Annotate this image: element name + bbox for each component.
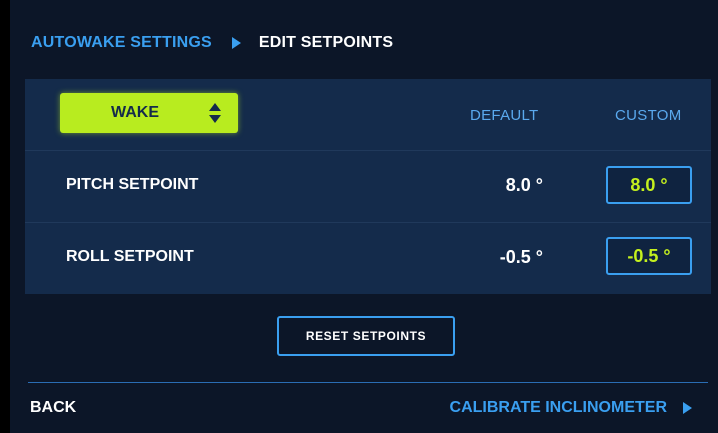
roll-default-value: -0.5 ° [499, 247, 543, 267]
up-down-arrows-icon [209, 103, 221, 123]
reset-setpoints-button[interactable]: RESET SETPOINTS [277, 316, 455, 356]
column-header-custom: CUSTOM [615, 107, 682, 124]
breadcrumb: AUTOWAKE SETTINGS EDIT SETPOINTS [31, 33, 393, 53]
calibrate-inclinometer-button[interactable]: CALIBRATE INCLINOMETER [450, 399, 692, 417]
pitch-setpoint-label: PITCH SETPOINT [66, 176, 199, 193]
back-button[interactable]: BACK [30, 399, 76, 417]
pitch-custom-input[interactable]: 8.0 ° [606, 166, 692, 204]
row-divider [25, 222, 711, 223]
breadcrumb-autowake-settings[interactable]: AUTOWAKE SETTINGS [31, 34, 212, 52]
footer-divider [28, 382, 708, 383]
roll-setpoint-label: ROLL SETPOINT [66, 248, 194, 265]
setpoints-table: WAKE DEFAULT CUSTOM PITCH SETPOINT 8.0 °… [25, 79, 711, 294]
triangle-right-icon [231, 37, 241, 49]
calibrate-inclinometer-label: CALIBRATE INCLINOMETER [449, 399, 667, 416]
triangle-right-icon [683, 402, 692, 414]
page-title: EDIT SETPOINTS [258, 34, 394, 51]
setpoints-screen: AUTOWAKE SETTINGS EDIT SETPOINTS WAKE DE… [10, 0, 718, 433]
pitch-default-value: 8.0 ° [505, 175, 543, 195]
column-header-default: DEFAULT [470, 107, 539, 124]
roll-custom-input[interactable]: -0.5 ° [606, 237, 692, 275]
row-divider [25, 150, 711, 151]
mode-select[interactable]: WAKE [60, 93, 238, 133]
mode-select-value: WAKE [111, 104, 159, 121]
